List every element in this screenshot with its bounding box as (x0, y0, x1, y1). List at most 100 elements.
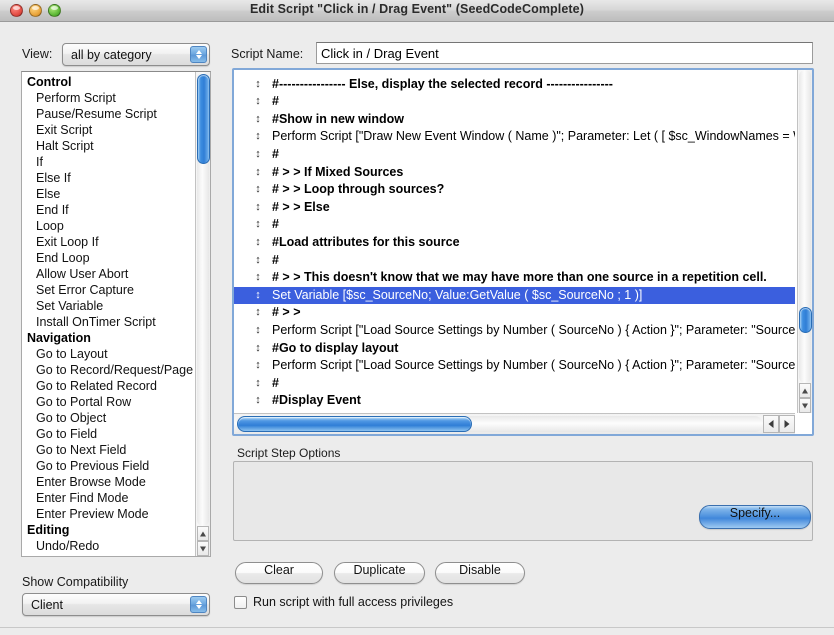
script-body-scroll-track[interactable] (799, 70, 811, 383)
drag-handle-icon[interactable]: ↕ (253, 216, 263, 234)
step-item[interactable]: Go to Field (22, 426, 196, 442)
script-body-hscroll-thumb[interactable] (237, 416, 472, 432)
script-row[interactable]: ↕# (234, 93, 795, 111)
full-access-checkbox[interactable] (234, 595, 247, 609)
script-row[interactable]: ↕ #Display Event (234, 392, 795, 410)
clear-button[interactable]: Clear (235, 562, 323, 584)
script-row[interactable]: ↕ Perform Script ["Load Source Settings b… (234, 322, 795, 340)
script-step-options-panel (233, 461, 813, 541)
step-item[interactable]: Undo/Redo (22, 538, 196, 554)
scroll-down-icon[interactable] (799, 398, 811, 413)
step-item[interactable]: Pause/Resume Script (22, 106, 196, 122)
drag-handle-icon[interactable]: ↕ (253, 111, 263, 129)
step-item[interactable]: Go to Record/Request/Page (22, 362, 196, 378)
script-row[interactable]: ↕ #---------------- Else, display the sel… (234, 76, 795, 94)
script-row[interactable]: ↕ #Go to display layout (234, 340, 795, 358)
step-item[interactable]: Go to Previous Field (22, 458, 196, 474)
script-step-list[interactable]: Control Perform Script Pause/Resume Script… (21, 71, 211, 557)
step-list-scroll-thumb[interactable] (197, 74, 210, 164)
disable-button[interactable]: Disable (435, 562, 525, 584)
step-item[interactable]: Go to Object (22, 410, 196, 426)
drag-handle-icon[interactable]: ↕ (253, 93, 263, 111)
step-item[interactable]: Go to Next Field (22, 442, 196, 458)
script-row[interactable]: ↕ # > > Loop through sources? (234, 181, 795, 199)
script-row[interactable]: ↕ # > > (234, 304, 795, 322)
script-name-input[interactable] (316, 42, 813, 64)
scroll-left-icon[interactable] (763, 415, 779, 433)
drag-handle-icon[interactable]: ↕ (253, 146, 263, 164)
script-body-horizontal-scrollbar[interactable] (234, 413, 795, 434)
step-item[interactable]: Enter Preview Mode (22, 506, 196, 522)
scroll-up-icon[interactable] (197, 526, 209, 541)
script-row-text: Set Variable [$sc_SourceNo; Value:GetVal… (272, 287, 643, 302)
step-list-scrollbar[interactable] (195, 72, 210, 556)
step-item[interactable]: End Loop (22, 250, 196, 266)
script-row[interactable]: ↕ Perform Script ["Draw New Event Window … (234, 128, 795, 146)
drag-handle-icon[interactable]: ↕ (253, 234, 263, 252)
step-item[interactable]: If (22, 154, 196, 170)
show-compatibility-label: Show Compatibility (22, 575, 129, 589)
script-row[interactable]: ↕ # > > If Mixed Sources (234, 164, 795, 182)
step-item[interactable]: Go to Portal Row (22, 394, 196, 410)
drag-handle-icon[interactable]: ↕ (253, 76, 263, 94)
step-item[interactable]: Enter Find Mode (22, 490, 196, 506)
step-item[interactable]: Perform Script (22, 90, 196, 106)
script-row[interactable]: ↕# (234, 375, 795, 393)
step-item[interactable]: Go to Related Record (22, 378, 196, 394)
script-row-text: # > > This doesn't know that we may have… (272, 270, 767, 285)
script-row[interactable]: ↕ #Show in new window (234, 111, 795, 129)
script-row[interactable]: ↕# (234, 252, 795, 270)
step-item[interactable]: Install OnTimer Script (22, 314, 196, 330)
drag-handle-icon[interactable]: ↕ (253, 357, 263, 375)
script-row-selected[interactable]: ↕ Set Variable [$sc_SourceNo; Value:GetVa… (234, 286, 795, 305)
script-row[interactable]: ↕ #Load attributes for this source (234, 234, 795, 252)
step-item[interactable]: Enter Browse Mode (22, 474, 196, 490)
step-item[interactable]: Allow User Abort (22, 266, 196, 282)
drag-handle-icon[interactable]: ↕ (253, 164, 263, 182)
script-body-scroll-thumb[interactable] (799, 307, 812, 333)
script-body-pane[interactable]: ↕#↕#---------------- Else, display the s… (232, 68, 814, 436)
step-item[interactable]: Exit Loop If (22, 234, 196, 250)
drag-handle-icon[interactable]: ↕ (253, 128, 263, 146)
full-access-label: Run script with full access privileges (253, 595, 454, 609)
step-item[interactable]: Loop (22, 218, 196, 234)
script-row[interactable]: ↕ # > > This doesn't know that we may hav… (234, 269, 795, 287)
step-item[interactable]: Exit Script (22, 122, 196, 138)
script-body-rows-viewport[interactable]: ↕#↕#---------------- Else, display the s… (234, 70, 795, 413)
drag-handle-icon[interactable]: ↕ (253, 322, 263, 340)
duplicate-button[interactable]: Duplicate (334, 562, 425, 584)
step-item[interactable]: End If (22, 202, 196, 218)
script-row[interactable]: ↕ # > > Else (234, 199, 795, 217)
step-item[interactable]: Halt Script (22, 138, 196, 154)
drag-handle-icon[interactable]: ↕ (253, 269, 263, 287)
script-row-text: #---------------- Else, display the sele… (272, 76, 613, 91)
script-row[interactable]: ↕# (234, 216, 795, 234)
step-item[interactable]: Set Variable (22, 298, 196, 314)
drag-handle-icon[interactable]: ↕ (253, 375, 263, 393)
specify-button[interactable]: Specify... (699, 505, 811, 529)
drag-handle-icon[interactable]: ↕ (253, 199, 263, 217)
step-item[interactable]: Else If (22, 170, 196, 186)
drag-handle-icon[interactable]: ↕ (253, 181, 263, 199)
drag-handle-icon[interactable]: ↕ (253, 340, 263, 358)
scroll-down-icon[interactable] (197, 541, 209, 556)
drag-handle-icon[interactable]: ↕ (253, 304, 263, 322)
script-body-vertical-scrollbar[interactable] (797, 70, 812, 413)
script-row-text: #Show in new window (272, 111, 404, 126)
script-row-text: Perform Script ["Load Source Settings by… (272, 358, 795, 373)
drag-handle-icon[interactable]: ↕ (253, 392, 263, 410)
step-item[interactable]: Cut (22, 554, 196, 556)
script-row-text: # > > (272, 305, 301, 320)
scroll-right-icon[interactable] (779, 415, 795, 433)
compatibility-popup-menu[interactable]: Client (22, 593, 210, 616)
full-access-row[interactable]: Run script with full access privileges (234, 595, 453, 609)
step-item[interactable]: Go to Layout (22, 346, 196, 362)
scroll-up-icon[interactable] (799, 383, 811, 398)
script-row[interactable]: ↕# (234, 146, 795, 164)
step-item[interactable]: Set Error Capture (22, 282, 196, 298)
drag-handle-icon[interactable]: ↕ (253, 252, 263, 270)
script-row[interactable]: ↕ Perform Script ["Load Source Settings b… (234, 357, 795, 375)
step-item[interactable]: Else (22, 186, 196, 202)
view-popup-menu[interactable]: all by category (62, 43, 210, 66)
drag-handle-icon[interactable]: ↕ (253, 287, 263, 305)
